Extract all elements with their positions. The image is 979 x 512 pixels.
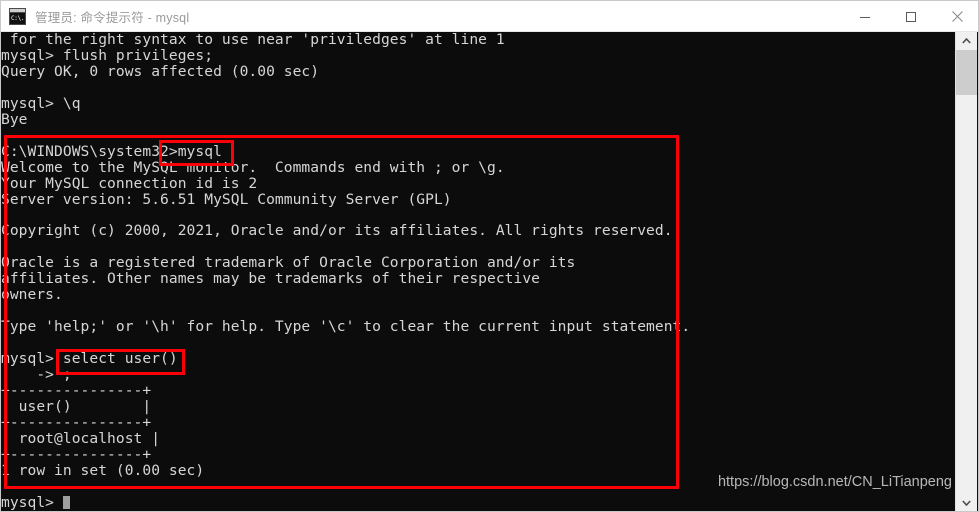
watermark-url: https://blog.csdn.net/CN_LiTianpeng [717,474,952,490]
scrollbar-thumb[interactable] [956,50,977,95]
window-controls [842,1,978,32]
chevron-up-icon [962,38,971,44]
console-text: for the right syntax to use near 'privil… [1,32,691,511]
minimize-button[interactable] [842,1,888,32]
maximize-icon [906,11,916,22]
cmd-console-icon: C:\. [9,7,26,25]
text-cursor [62,495,71,510]
scroll-up-button[interactable] [956,32,977,50]
chevron-down-icon [962,500,971,506]
command-prompt-window: C:\. 管理员: 命令提示符 - mysql for the right sy… [0,0,979,512]
minimize-icon [860,16,870,18]
maximize-button[interactable] [888,1,934,32]
close-icon [951,11,963,22]
window-title: 管理员: 命令提示符 - mysql [35,10,190,25]
window-titlebar[interactable]: C:\. 管理员: 命令提示符 - mysql [1,1,978,32]
icon-prompt-glyph: C:\. [10,12,25,24]
close-button[interactable] [934,1,978,32]
vertical-scrollbar[interactable] [955,32,977,511]
scroll-down-button[interactable] [956,494,977,511]
console-output-area[interactable]: for the right syntax to use near 'privil… [1,32,978,511]
